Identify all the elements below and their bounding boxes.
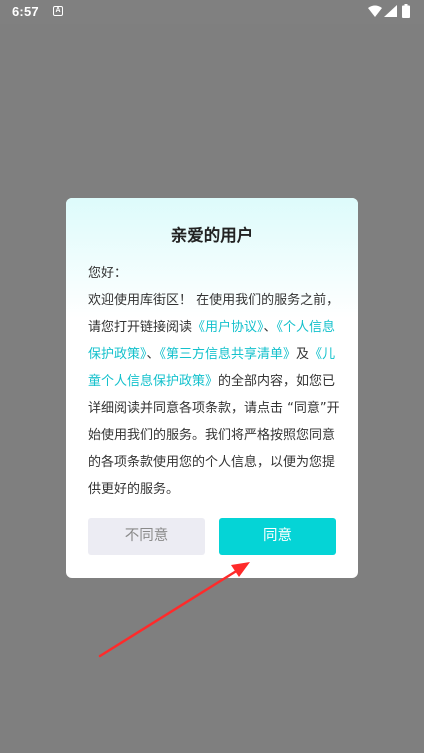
agreement-paragraph: 欢迎使用库街区！ 在使用我们的服务之前，请您打开链接阅读《用户协议》、《个人信息…	[88, 287, 340, 503]
separator-text: 及	[296, 347, 310, 362]
status-bar: 6:57 A	[0, 0, 424, 24]
app-notification-icon: A	[53, 6, 63, 16]
battery-icon	[402, 4, 410, 18]
disagree-button[interactable]: 不同意	[88, 518, 205, 555]
wifi-icon	[368, 5, 382, 17]
dialog-body: 您好： 欢迎使用库街区！ 在使用我们的服务之前，请您打开链接阅读《用户协议》、《…	[88, 260, 340, 503]
separator-text: 、	[263, 320, 277, 335]
agree-button[interactable]: 同意	[219, 518, 336, 555]
privacy-dialog: 亲爱的用户 您好： 欢迎使用库街区！ 在使用我们的服务之前，请您打开链接阅读《用…	[66, 198, 358, 578]
user-agreement-link[interactable]: 《用户协议》	[192, 320, 264, 335]
greeting-text: 您好：	[88, 266, 128, 281]
separator-text: 、	[146, 347, 160, 362]
third-party-sharing-link[interactable]: 《第三方信息共享清单》	[160, 347, 297, 362]
status-time: 6:57	[12, 4, 39, 19]
consent-text: 的全部内容，如您已详细阅读并同意各项条款，请点击 “同意”开始使用我们的服务。我…	[88, 374, 340, 497]
dialog-title: 亲爱的用户	[170, 226, 254, 245]
signal-icon	[384, 5, 397, 17]
